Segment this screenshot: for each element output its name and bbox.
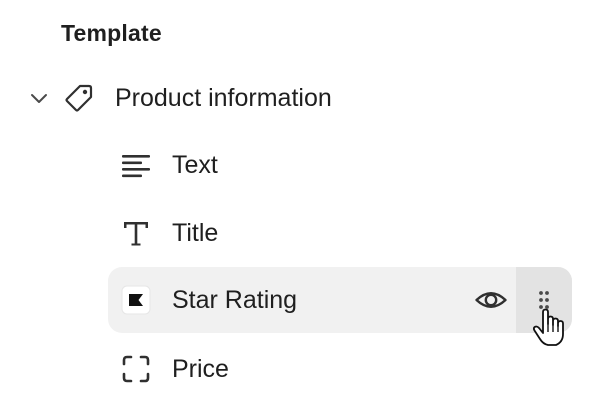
chevron-down-icon[interactable]	[26, 85, 52, 111]
tag-icon	[64, 83, 94, 113]
item-label: Price	[172, 354, 229, 383]
section-heading: Template	[61, 20, 162, 46]
price-frame-icon	[120, 353, 152, 385]
title-t-icon	[120, 217, 152, 249]
hand-cursor-icon	[531, 308, 569, 348]
group-label: Product information	[115, 83, 332, 112]
star-rating-app-icon	[120, 284, 152, 316]
item-label: Text	[172, 150, 218, 179]
group-product-information[interactable]: Product information	[26, 78, 546, 118]
template-panel: Template Product information Text Title …	[0, 0, 590, 412]
block-item-text[interactable]: Text	[108, 132, 572, 198]
block-item-price[interactable]: Price	[108, 336, 572, 402]
item-label: Star Rating	[172, 285, 298, 314]
text-lines-icon	[120, 149, 152, 181]
item-label: Title	[172, 218, 219, 247]
eye-icon[interactable]	[474, 283, 508, 317]
block-item-title[interactable]: Title	[108, 200, 572, 266]
block-item-star-rating[interactable]: Star Rating	[108, 267, 572, 333]
